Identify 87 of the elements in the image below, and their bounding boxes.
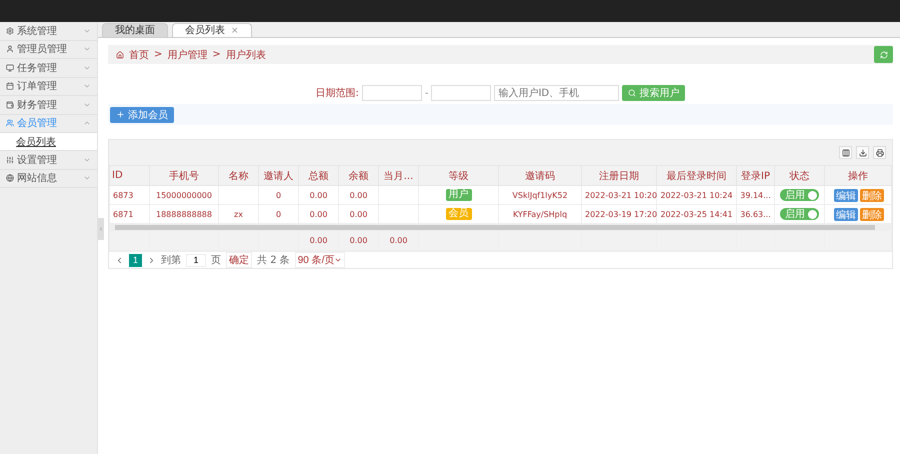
table-cell: 15000000000 [150, 186, 218, 204]
column-header: 余额 [338, 166, 378, 186]
breadcrumb-separator: > [154, 49, 162, 60]
table-cell: 6871 [110, 204, 150, 224]
sidebar-item[interactable]: 设置管理 [0, 151, 97, 170]
home-icon [116, 50, 124, 58]
table-cell: zx [234, 210, 243, 218]
date-range-label: 日期范围: [316, 86, 359, 100]
page-field[interactable]: 1 [186, 254, 206, 266]
column-header: 当月... [378, 166, 418, 186]
search-field[interactable]: 输入用户ID、手机 [494, 85, 620, 101]
goto-label: 到第 [161, 254, 182, 267]
total-cell: 0.00 [310, 236, 328, 245]
confirm-button[interactable]: 确定 [226, 252, 252, 268]
breadcrumb-link[interactable]: 用户列表 [226, 48, 266, 62]
download-icon[interactable] [856, 146, 869, 159]
page-size-select[interactable]: 90 条/页 [294, 252, 346, 268]
table-cell: 0.00 [338, 186, 378, 204]
column-header: 邀请人 [258, 166, 298, 186]
total-count: 共 2 条 [257, 254, 290, 267]
menu-icon [6, 26, 14, 35]
sidebar-subitem[interactable]: 会员列表 [0, 133, 97, 151]
menu-icon [6, 119, 14, 128]
add-member-button[interactable]: 添加会员 [110, 106, 174, 122]
column-header: 手机号 [150, 166, 218, 186]
start-date-field[interactable] [362, 85, 422, 101]
menu-icon [6, 45, 14, 54]
sidebar-item[interactable]: 任务管理 [0, 59, 97, 78]
table-cell: KYFFay/SHplq [498, 204, 582, 224]
menu-icon [6, 174, 14, 182]
table-cell: 18888888888 [150, 204, 218, 224]
page-unit: 页 [211, 254, 222, 267]
edit-button[interactable]: 编辑 [834, 188, 858, 202]
breadcrumb-link[interactable]: 首页 [129, 48, 149, 62]
column-header: 邀请码 [498, 166, 582, 186]
table-cell: 2022-03-25 14:41 [656, 204, 736, 224]
prev-page-icon[interactable] [115, 256, 124, 264]
column-header: 等级 [418, 166, 498, 186]
plus-icon [116, 110, 125, 119]
range-separator: - [424, 88, 428, 98]
page-button[interactable]: 1 [129, 254, 142, 266]
tab[interactable]: 会员列表 × [172, 23, 252, 37]
menu-icon [6, 64, 14, 72]
sidebar-item[interactable]: 订单管理 [0, 78, 97, 96]
table-cell: 0.00 [338, 204, 378, 224]
breadcrumb-link[interactable]: 用户管理 [167, 48, 208, 62]
sidebar-item[interactable]: 财务管理 [0, 96, 97, 114]
sidebar-item[interactable]: 系统管理 [0, 22, 97, 40]
menu-icon [6, 82, 14, 90]
column-header: 登录IP [736, 166, 774, 186]
column-header: 名称 [218, 166, 258, 186]
print-icon[interactable] [873, 146, 886, 159]
table-cell: 0 [258, 204, 298, 224]
column-header: 最后登录时间 [656, 166, 736, 186]
horizontal-scrollbar[interactable] [109, 224, 892, 230]
total-cell: 0.00 [390, 236, 408, 245]
table-cell: 2022-03-21 10:24 [656, 186, 736, 204]
edit-button[interactable]: 编辑 [834, 208, 858, 220]
table-cell: 0.00 [298, 204, 338, 224]
table-cell: 2022-03-21 10:20 [582, 186, 656, 204]
table-cell: 6873 [110, 186, 150, 204]
column-header: 操作 [824, 166, 892, 186]
table-cell: 0.00 [298, 186, 338, 204]
sidebar-item[interactable]: 网站信息 [0, 170, 97, 188]
table-cell: 39.14... [736, 186, 774, 204]
refresh-icon [880, 50, 888, 58]
column-header: 总额 [298, 166, 338, 186]
sidebar-item[interactable]: 管理员管理 [0, 40, 97, 59]
menu-icon [6, 156, 14, 164]
columns-icon[interactable] [839, 146, 852, 159]
table-cell: 36.63... [736, 204, 774, 224]
table-cell: 0 [258, 186, 298, 204]
column-header: 注册日期 [582, 166, 656, 186]
menu-icon [6, 100, 14, 109]
end-date-field[interactable] [431, 85, 492, 101]
tab[interactable]: 我的桌面 [102, 23, 168, 37]
column-header: ID [110, 166, 150, 186]
total-cell: 0.00 [350, 236, 368, 245]
table-cell: 2022-03-19 17:20 [582, 204, 656, 224]
table-cell: VSklJqf1lyK52 [498, 186, 582, 204]
collapse-handle[interactable] [98, 218, 104, 240]
level-tag: 会员 [446, 208, 472, 220]
level-tag: 用户 [446, 189, 472, 201]
search-icon [628, 89, 636, 97]
breadcrumb-separator: > [212, 49, 221, 60]
chevron-down-icon [334, 256, 342, 264]
column-header: 状态 [774, 166, 824, 186]
